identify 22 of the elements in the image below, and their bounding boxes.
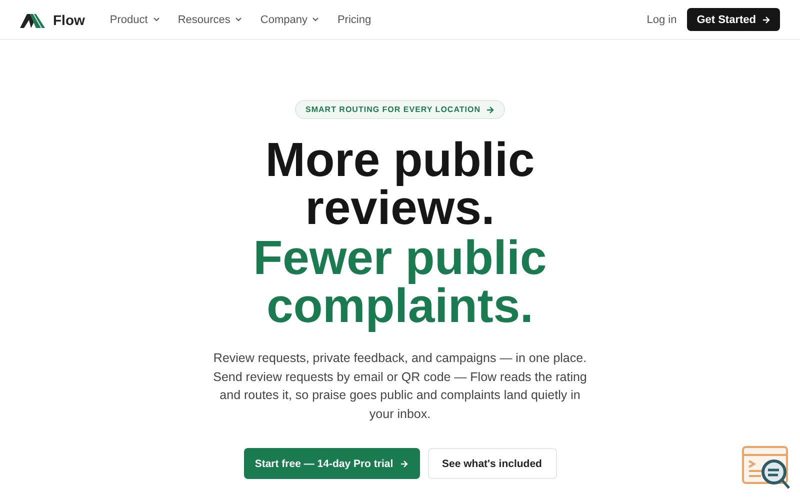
description-text: Review requests, private feedback, and campaigns — in one place. [212, 350, 588, 367]
nav-link[interactable]: Product [110, 14, 160, 26]
features-button[interactable]: See what's included [428, 448, 556, 479]
logo-icon [20, 12, 46, 28]
nav-link[interactable]: Pricing [337, 14, 372, 26]
nav-link[interactable]: Resources [178, 14, 242, 26]
arrow-right-icon [400, 460, 408, 468]
login-link[interactable]: Log in [646, 14, 677, 26]
nav-link[interactable]: Company [260, 14, 320, 26]
chevron-down-icon [152, 17, 160, 22]
browser-search-icon[interactable] [741, 445, 791, 491]
arrow-right-icon [762, 16, 770, 24]
headline: More public reviews. [264, 137, 536, 235]
chevron-down-icon [235, 17, 242, 22]
description-text: Send review requests by email or QR code — Flow reads the rating and routes it, so praise goes public and complaints land quietly in your inbox. [212, 368, 588, 423]
get-started-button[interactable]: Get Started [686, 8, 780, 31]
brand-name[interactable]: Flow [53, 12, 85, 28]
arrow-right-icon [486, 106, 494, 114]
chevron-down-icon [312, 17, 320, 22]
headline-accent: Fewer public complaints. [252, 235, 548, 333]
start-trial-button[interactable]: Start free — 14-day Pro trial [244, 448, 420, 479]
announcement-badge[interactable]: SMART ROUTING FOR EVERY LOCATION [294, 100, 506, 119]
